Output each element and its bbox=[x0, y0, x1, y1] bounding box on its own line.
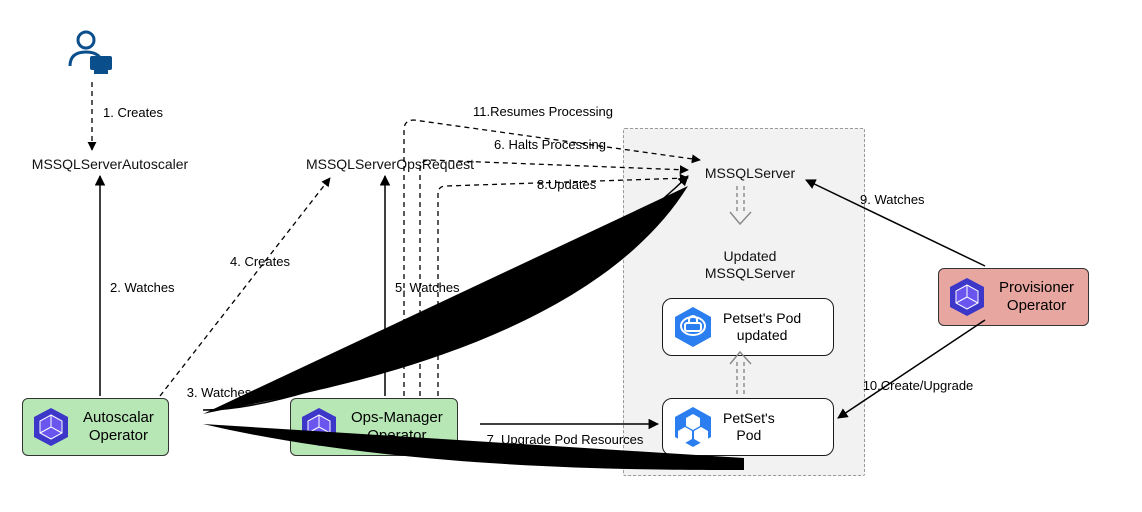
mssqlserver-label: MSSQLServer bbox=[690, 165, 810, 183]
hexagon-icon bbox=[945, 275, 989, 319]
ops-manager-operator-label: Ops-Manager Operator bbox=[351, 409, 443, 445]
user-icon bbox=[64, 26, 118, 80]
autoscaler-operator-box: Autoscalar Operator bbox=[22, 398, 169, 456]
edge-label-8: 8.Updates bbox=[537, 177, 596, 193]
edge-label-3: 3. Watches bbox=[179, 385, 259, 401]
petset-pod-updated-box: Petset's Pod updated bbox=[662, 298, 834, 356]
edge-label-7: 7. Upgrade Pod Resources bbox=[485, 432, 645, 448]
edge-label-11: 11.Resumes Processing bbox=[468, 104, 618, 120]
edge-label-4: 4. Creates bbox=[230, 254, 290, 270]
edge-label-9: 9. Watches bbox=[860, 192, 925, 208]
opsreq-cr-label: MSSQLServerOpsRequest bbox=[290, 156, 490, 174]
ops-manager-operator-box: Ops-Manager Operator bbox=[290, 398, 458, 456]
edge-label-2: 2. Watches bbox=[110, 280, 175, 296]
pod-updated-icon bbox=[671, 305, 715, 349]
hexagon-icon bbox=[29, 405, 73, 449]
edge-label-1: 1. Creates bbox=[103, 105, 163, 121]
edge-label-5: 5. Watches bbox=[395, 280, 460, 296]
autoscaler-operator-label: Autoscalar Operator bbox=[83, 409, 154, 445]
opsreq-cr-text: MSSQLServerOpsRequest bbox=[306, 156, 474, 172]
provisioner-operator-label: Provisioner Operator bbox=[999, 279, 1074, 315]
autoscaler-cr-text: MSSQLServerAutoscaler bbox=[32, 156, 188, 172]
edge-label-6: 6. Halts Processing bbox=[490, 137, 610, 153]
pod-icon bbox=[671, 405, 715, 449]
petset-pod-text: PetSet's Pod bbox=[723, 410, 775, 444]
petset-pod-box: PetSet's Pod bbox=[662, 398, 834, 456]
edge-label-10: 10.Create/Upgrade bbox=[858, 378, 978, 394]
mssqlserver-updated-label: Updated MSSQLServer bbox=[700, 230, 800, 283]
autoscaler-cr-label: MSSQLServerAutoscaler bbox=[20, 156, 200, 174]
petset-pod-updated-text: Petset's Pod updated bbox=[723, 310, 801, 344]
provisioner-operator-box: Provisioner Operator bbox=[938, 268, 1089, 326]
hexagon-icon bbox=[297, 405, 341, 449]
mssqlserver-text: MSSQLServer bbox=[705, 165, 795, 181]
mssqlserver-updated-text: Updated MSSQLServer bbox=[705, 248, 795, 282]
